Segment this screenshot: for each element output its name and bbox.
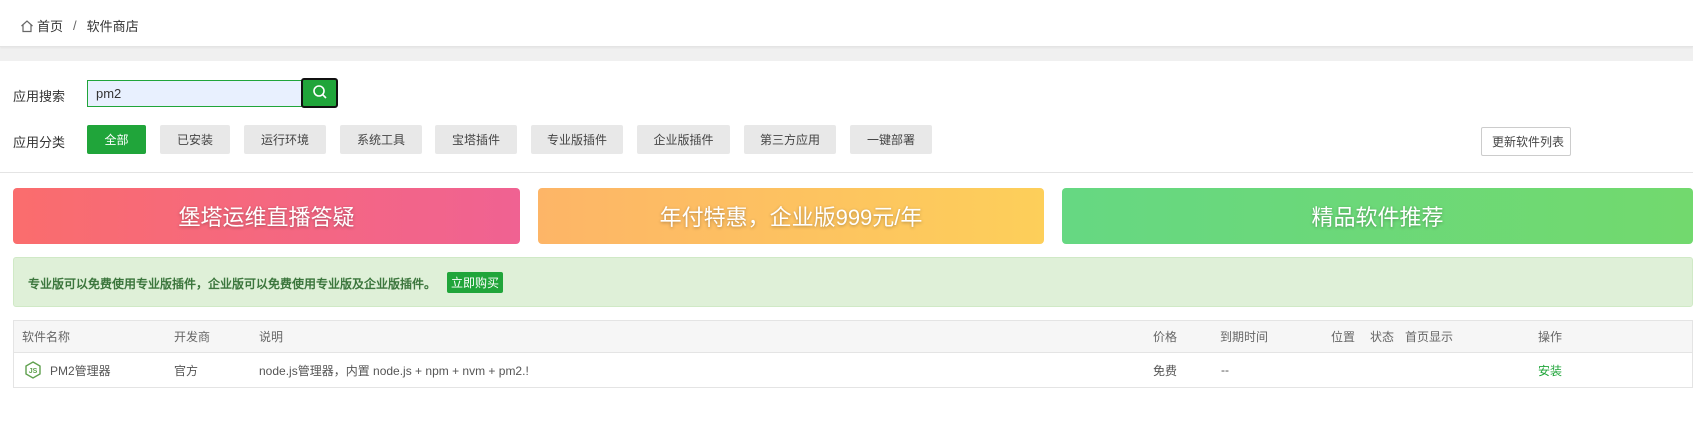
category-one-click-deploy[interactable]: 一键部署 (850, 125, 932, 154)
nodejs-icon: JS (24, 361, 42, 379)
breadcrumb: 首页 / 软件商店 (20, 16, 139, 35)
home-icon[interactable] (20, 19, 34, 33)
category-third-party[interactable]: 第三方应用 (744, 125, 836, 154)
divider (0, 172, 1693, 173)
header-location: 位置 (1331, 330, 1356, 344)
category-installed[interactable]: 已安装 (160, 125, 230, 154)
row-name-cell[interactable]: JS PM2管理器 (24, 353, 111, 387)
header-name[interactable]: 软件名称 (22, 321, 70, 352)
row-expire: -- (1221, 363, 1229, 377)
breadcrumb-bar: 首页 / 软件商店 (0, 0, 1693, 47)
search-label: 应用搜索 (13, 89, 66, 104)
header-status: 状态 (1370, 330, 1395, 344)
category-runtime[interactable]: 运行环境 (244, 125, 326, 154)
category-enterprise-plugins[interactable]: 企业版插件 (637, 125, 730, 154)
header-expire: 到期时间 (1220, 330, 1269, 344)
software-store-panel: 应用搜索 应用分类 全部 已安装 运行环境 系统工具 宝塔插件 专业版插件 企业… (0, 61, 1693, 422)
header-action: 操作 (1538, 330, 1563, 344)
plan-notice: 专业版可以免费使用专业版插件，企业版可以免费使用专业版及企业版插件。 立即购买 (13, 257, 1693, 307)
software-table: 软件名称 开发商 说明 价格 到期时间 位置 状态 首页显示 操作 JS PM2… (13, 320, 1693, 388)
row-description: node.js管理器，内置 node.js + npm + nvm + pm2.… (259, 363, 529, 378)
svg-text:JS: JS (29, 368, 38, 375)
category-label: 应用分类 (13, 135, 66, 150)
search-button[interactable] (301, 78, 338, 108)
banner-annual-discount[interactable]: 年付特惠，企业版999元/年 (538, 188, 1044, 244)
header-price[interactable]: 价格 (1153, 321, 1177, 352)
table-header: 软件名称 开发商 说明 价格 到期时间 位置 状态 首页显示 操作 (13, 320, 1693, 353)
table-row: JS PM2管理器 官方 node.js管理器，内置 node.js + npm… (13, 353, 1693, 388)
update-software-list-button[interactable]: 更新软件列表 (1481, 127, 1571, 156)
header-description: 说明 (259, 330, 284, 344)
buy-now-button[interactable]: 立即购买 (447, 272, 503, 293)
banner-recommended-software[interactable]: 精品软件推荐 (1062, 188, 1693, 244)
category-bt-plugins[interactable]: 宝塔插件 (435, 125, 517, 154)
row-developer: 官方 (174, 363, 199, 378)
search-icon (312, 84, 328, 103)
row-price: 免费 (1153, 363, 1178, 378)
row-name: PM2管理器 (50, 363, 111, 378)
breadcrumb-current: 软件商店 (86, 19, 139, 34)
category-all[interactable]: 全部 (87, 125, 146, 154)
header-homepage-display: 首页显示 (1405, 330, 1454, 344)
category-pro-plugins[interactable]: 专业版插件 (531, 125, 623, 154)
category-system-tools[interactable]: 系统工具 (340, 125, 422, 154)
search-input[interactable] (87, 80, 302, 107)
breadcrumb-separator: / (73, 18, 77, 33)
plan-notice-text: 专业版可以免费使用专业版插件，企业版可以免费使用专业版及企业版插件。 (28, 277, 437, 291)
install-link[interactable]: 安装 (1538, 353, 1562, 387)
header-developer: 开发商 (174, 330, 211, 344)
breadcrumb-home[interactable]: 首页 (37, 16, 63, 35)
banner-live-qa[interactable]: 堡塔运维直播答疑 (13, 188, 520, 244)
